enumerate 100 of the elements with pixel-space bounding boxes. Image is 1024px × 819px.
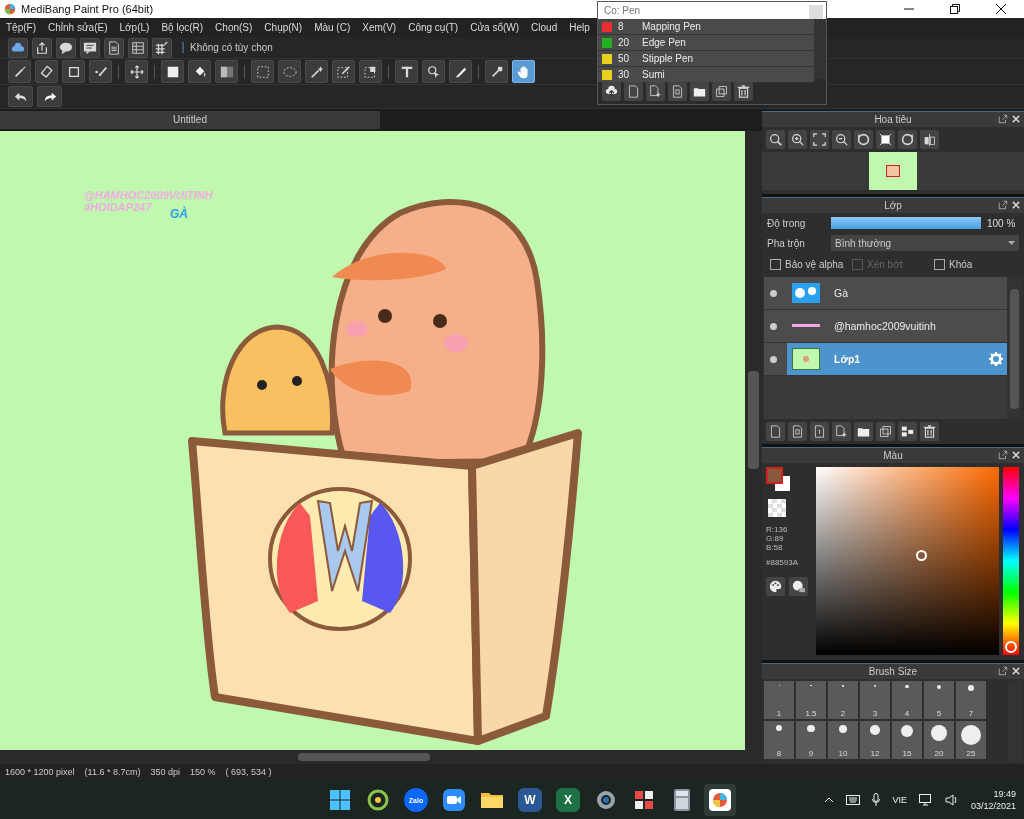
cloud-tool-button[interactable] bbox=[8, 37, 28, 58]
palette-button[interactable] bbox=[766, 576, 785, 596]
grid-tool-button[interactable] bbox=[152, 37, 172, 58]
brush-size-option[interactable]: 1 bbox=[764, 681, 794, 719]
menu-item[interactable]: Help bbox=[563, 22, 596, 33]
flip-button[interactable] bbox=[920, 130, 939, 149]
brush-size-option[interactable]: 25 bbox=[956, 721, 986, 759]
dashed-square-tool-button[interactable] bbox=[251, 60, 274, 83]
menu-item[interactable]: Cửa sổ(W) bbox=[464, 22, 526, 33]
clock-date[interactable]: 03/12/2021 bbox=[970, 800, 1016, 811]
copy-button[interactable] bbox=[712, 82, 731, 101]
lasso-cursor-tool-button[interactable] bbox=[422, 60, 445, 83]
palette-plus-button[interactable] bbox=[789, 576, 808, 596]
layer-scrollbar[interactable] bbox=[1007, 277, 1022, 419]
microphone-icon[interactable] bbox=[872, 793, 881, 806]
page-s-button[interactable] bbox=[788, 422, 807, 441]
brush-size-option[interactable]: 4 bbox=[892, 681, 922, 719]
saturation-value-picker[interactable] bbox=[816, 466, 999, 655]
visibility-dot[interactable] bbox=[770, 289, 777, 297]
transparent-swatch[interactable] bbox=[768, 498, 786, 517]
visibility-dot[interactable] bbox=[770, 355, 777, 363]
list-tool-button[interactable] bbox=[128, 37, 148, 58]
brush-size-option[interactable]: 15 bbox=[892, 721, 922, 759]
brush-size-option[interactable]: 2 bbox=[828, 681, 858, 719]
brush-list-scrollbar[interactable] bbox=[814, 19, 826, 79]
horizontal-scrollbar[interactable] bbox=[0, 750, 762, 764]
page-button[interactable] bbox=[624, 82, 643, 101]
bubble-tool-button[interactable] bbox=[56, 37, 76, 58]
bucket-tool-button[interactable] bbox=[188, 60, 211, 83]
dashed-eraser-tool-button[interactable] bbox=[359, 60, 382, 83]
opacity-slider[interactable] bbox=[831, 217, 981, 229]
brush-item[interactable]: 30 Sumi bbox=[598, 67, 814, 83]
wand-tool-button[interactable] bbox=[305, 60, 328, 83]
trash-button[interactable] bbox=[920, 422, 939, 441]
vertical-scrollbar[interactable] bbox=[745, 131, 762, 750]
menu-item[interactable]: Tệp(F) bbox=[0, 22, 42, 33]
square-tool-button[interactable] bbox=[62, 60, 85, 83]
brush-size-option[interactable]: 10 bbox=[828, 721, 858, 759]
brush-size-option[interactable]: 12 bbox=[860, 721, 890, 759]
text-tool-button[interactable] bbox=[395, 60, 418, 83]
upload-button[interactable] bbox=[602, 82, 621, 101]
redo-tool-button[interactable] bbox=[37, 86, 62, 107]
blade-tool-button[interactable] bbox=[449, 60, 472, 83]
navigator-preview[interactable] bbox=[869, 152, 917, 190]
close-icon[interactable] bbox=[996, 4, 1006, 14]
folder-button[interactable] bbox=[854, 422, 873, 441]
menu-item[interactable]: Màu (C) bbox=[308, 22, 357, 33]
brush-tool-button[interactable] bbox=[8, 60, 31, 83]
zoom-reset-button[interactable] bbox=[766, 130, 785, 149]
brush-size-option[interactable]: 9 bbox=[796, 721, 826, 759]
zoom-out-button[interactable] bbox=[832, 130, 851, 149]
gradient-tool-button[interactable] bbox=[215, 60, 238, 83]
menu-item[interactable]: Chỉnh sửa(E) bbox=[42, 22, 114, 33]
brush-search-field[interactable]: Co: Pen bbox=[598, 2, 826, 19]
merge-button[interactable] bbox=[898, 422, 917, 441]
keyboard-icon[interactable] bbox=[846, 794, 861, 805]
page-button[interactable] bbox=[766, 422, 785, 441]
brush-size-option[interactable]: 8 bbox=[764, 721, 794, 759]
menu-item[interactable]: Công cụ(T) bbox=[402, 22, 465, 33]
speaker-icon[interactable] bbox=[944, 793, 959, 806]
brush-item[interactable]: 20 Edge Pen bbox=[598, 35, 814, 51]
menu-item[interactable]: Chọn(S) bbox=[209, 22, 259, 33]
option-checkbox[interactable]: Khóa bbox=[934, 258, 1016, 270]
trash-button[interactable] bbox=[734, 82, 753, 101]
page-1-button[interactable] bbox=[810, 422, 829, 441]
add-page-button[interactable] bbox=[646, 82, 665, 101]
zoom-in-button[interactable] bbox=[788, 130, 807, 149]
hue-slider[interactable] bbox=[1003, 466, 1019, 655]
rotate-right-button[interactable] bbox=[898, 130, 917, 149]
blend-dropdown[interactable]: Bình thường bbox=[831, 235, 1019, 251]
undo-tool-button[interactable] bbox=[8, 86, 33, 107]
rotate-left-button[interactable] bbox=[854, 130, 873, 149]
brush-size-option[interactable]: 1.5 bbox=[796, 681, 826, 719]
taskbar-app[interactable] bbox=[704, 784, 736, 816]
dots-tool-button[interactable] bbox=[89, 60, 112, 83]
fit-button[interactable] bbox=[810, 130, 829, 149]
menu-item[interactable]: Chụp(N) bbox=[258, 22, 309, 33]
copy-button[interactable] bbox=[876, 422, 895, 441]
document-tool-button[interactable] bbox=[104, 37, 124, 58]
page-s-button[interactable] bbox=[668, 82, 687, 101]
brush-size-option[interactable]: 7 bbox=[956, 681, 986, 719]
brush-size-option[interactable]: 20 bbox=[924, 721, 954, 759]
comment-tool-button[interactable] bbox=[80, 37, 100, 58]
folder-button[interactable] bbox=[690, 82, 709, 101]
filled-square-tool-button[interactable] bbox=[161, 60, 184, 83]
menu-item[interactable]: Bộ lọc(R) bbox=[155, 22, 210, 33]
clock-time[interactable]: 19:49 bbox=[993, 788, 1016, 799]
fill-view-button[interactable] bbox=[876, 130, 895, 149]
brush-size-option[interactable]: 3 bbox=[860, 681, 890, 719]
menu-item[interactable]: Lớp(L) bbox=[113, 22, 156, 33]
move-tool-button[interactable] bbox=[125, 60, 148, 83]
share-tool-button[interactable] bbox=[32, 37, 52, 58]
maximize-icon[interactable] bbox=[950, 4, 960, 14]
language-indicator[interactable]: VIE bbox=[892, 794, 907, 805]
add-page-button[interactable] bbox=[832, 422, 851, 441]
eyedropper-tool-button[interactable] bbox=[485, 60, 508, 83]
eraser-tool-button[interactable] bbox=[35, 60, 58, 83]
visibility-dot[interactable] bbox=[770, 322, 777, 330]
caret-icon[interactable] bbox=[824, 796, 835, 803]
brush-item[interactable]: 8 Mapping Pen bbox=[598, 19, 814, 35]
